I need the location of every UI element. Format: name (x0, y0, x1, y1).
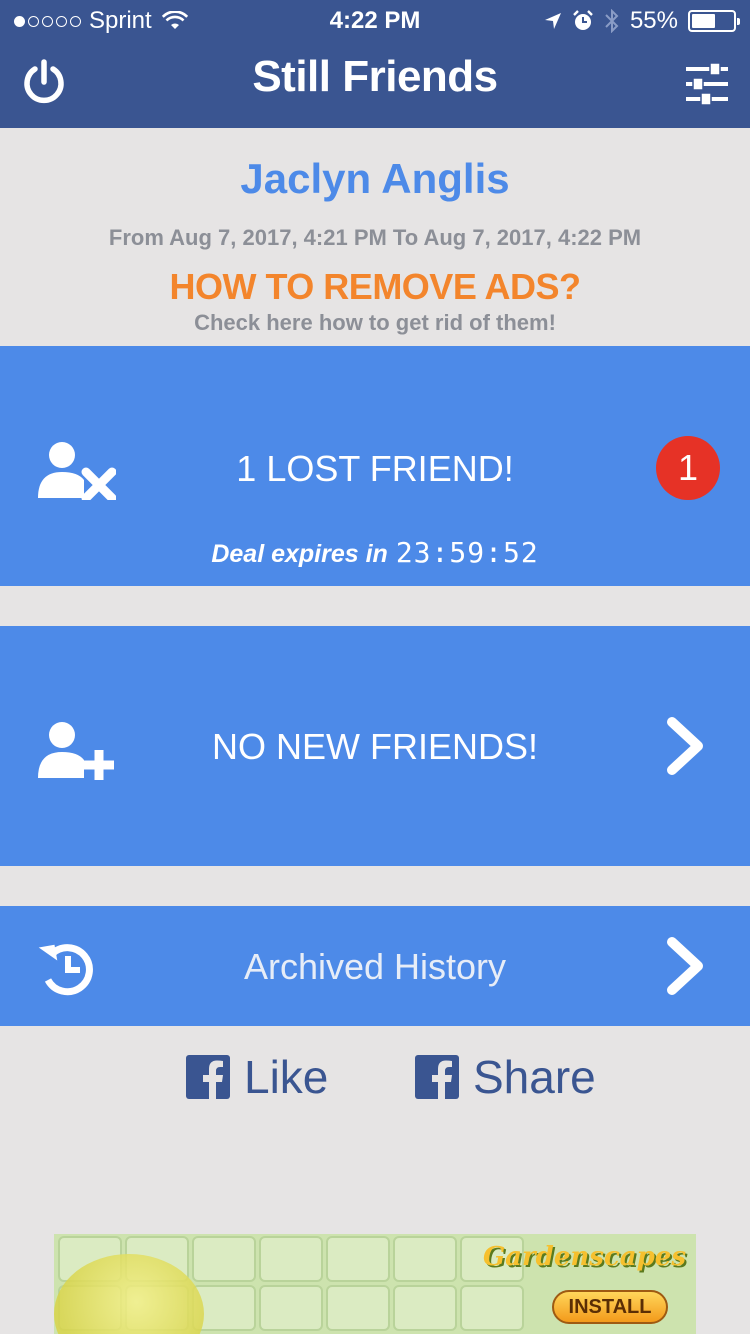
chevron-right-icon (667, 937, 703, 995)
new-friends-label: NO NEW FRIENDS! (211, 726, 538, 767)
bluetooth-icon (605, 9, 619, 33)
top-bar: Sprint 4:22 PM 55% Still Friends (0, 0, 750, 128)
status-right: 55% (544, 7, 740, 35)
deal-expiry: Deal expires in 23:59:52 (0, 536, 750, 569)
user-name: Jaclyn Anglis (240, 155, 510, 202)
status-bar: Sprint 4:22 PM 55% (0, 0, 750, 40)
sliders-icon[interactable] (684, 62, 730, 106)
alarm-icon (573, 10, 593, 30)
deal-timer: 23:59:52 (395, 536, 539, 569)
deal-text: Deal expires in (211, 540, 388, 568)
remove-ads-link[interactable]: HOW TO REMOVE ADS? (0, 266, 750, 308)
like-label: Like (244, 1051, 329, 1103)
lost-count-badge: 1 (656, 436, 720, 500)
location-arrow-icon (544, 13, 561, 29)
share-label: Share (473, 1051, 596, 1103)
facebook-icon (415, 1055, 459, 1099)
new-friends-panel[interactable]: NO NEW FRIENDS! (0, 626, 750, 866)
facebook-share-button[interactable]: Share (415, 1050, 596, 1104)
archived-history-panel[interactable]: Archived History (0, 906, 750, 1026)
ad-banner[interactable]: Gardenscapes INSTALL (54, 1234, 696, 1334)
lost-friends-label: 1 LOST FRIEND! (236, 448, 514, 489)
battery-icon (688, 10, 740, 32)
lost-friends-panel[interactable]: 1 LOST FRIEND! 1 Deal expires in 23:59:52 (0, 346, 750, 586)
date-range: From Aug 7, 2017, 4:21 PM To Aug 7, 2017… (108, 225, 642, 250)
facebook-icon (186, 1055, 230, 1099)
app-title: Still Friends (252, 52, 498, 101)
remove-ads-subtitle[interactable]: Check here how to get rid of them! (0, 310, 750, 336)
ad-logo: Gardenscapes (482, 1242, 686, 1272)
archived-history-label: Archived History (243, 946, 507, 987)
chevron-right-icon (667, 717, 703, 775)
facebook-like-button[interactable]: Like (186, 1050, 328, 1104)
ad-install-button[interactable]: INSTALL (552, 1290, 668, 1324)
battery-percent: 55% (629, 7, 678, 34)
